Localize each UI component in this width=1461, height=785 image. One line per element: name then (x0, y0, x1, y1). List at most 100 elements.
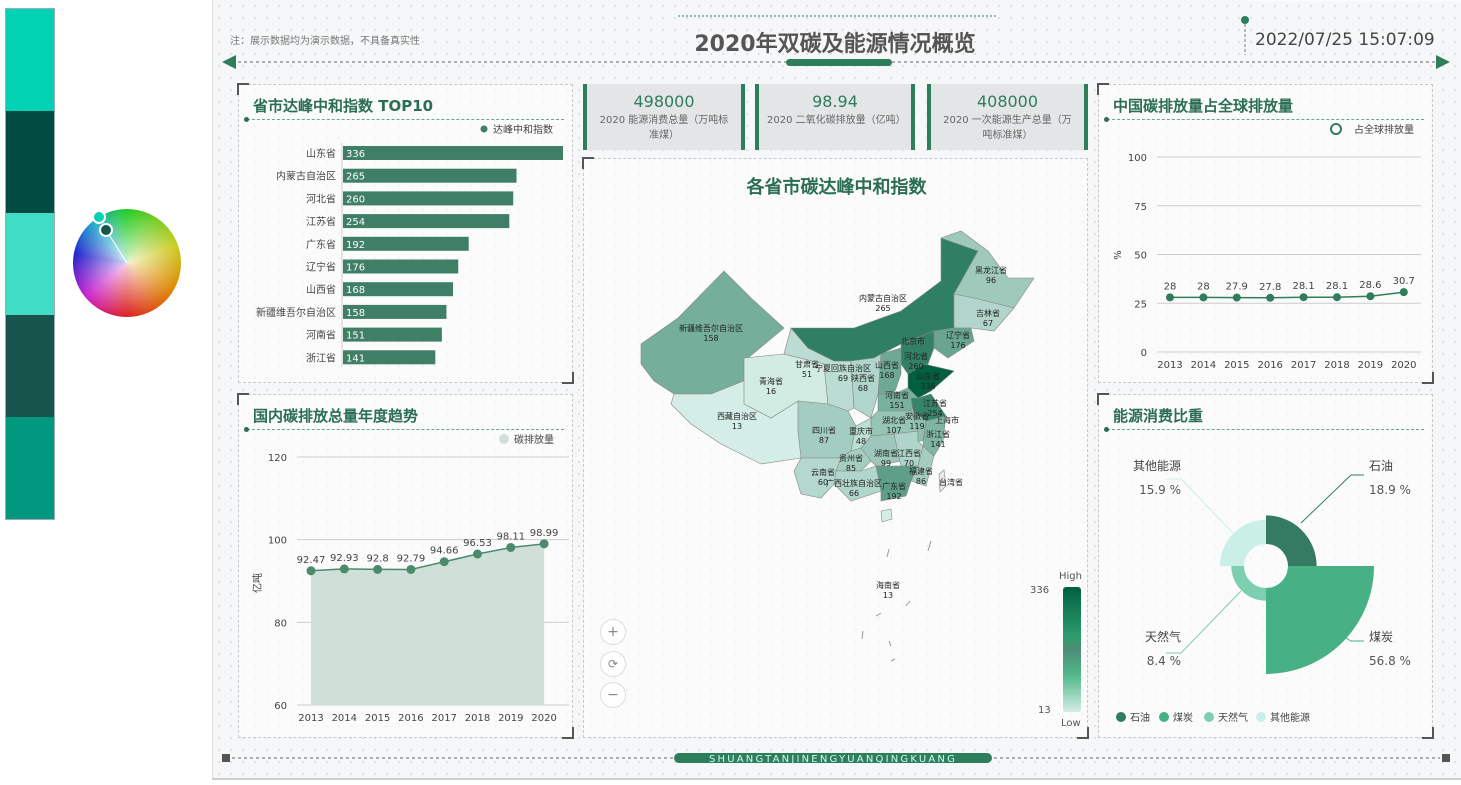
swatch-2[interactable] (6, 111, 54, 213)
province-name-label: 青海省 (759, 376, 783, 386)
wheel-handle-primary[interactable] (92, 210, 106, 224)
legend-marker (499, 434, 509, 444)
legend-high-label: High (1059, 571, 1082, 582)
province-name-label: 台湾省 (939, 477, 963, 487)
data-label: 98.11 (496, 531, 525, 542)
x-tick-label: 2016 (398, 713, 423, 724)
province-value-label: 141 (930, 440, 945, 449)
legend-label: 天然气 (1218, 711, 1248, 724)
legend-min-value: 13 (1038, 705, 1051, 716)
rose-slice (1266, 566, 1374, 674)
bar-value-label: 254 (346, 217, 365, 228)
y-tick-label: 100 (268, 536, 287, 547)
bar-category-label: 内蒙古自治区 (276, 170, 336, 183)
province-value-label: 99 (881, 459, 891, 468)
china-map[interactable]: 新疆维吾尔自治区158西藏自治区13青海省16甘肃省51内蒙古自治区265黑龙江… (584, 159, 1089, 739)
top10-bar-chart: 达峰中和指数山东省 336 内蒙古自治区 265 河北省 260 江苏省 254 广东省 192 辽… (256, 123, 563, 367)
footer-decoration: SHUANGTANJINENGYUANQINGKUANG (222, 753, 1450, 765)
province-region[interactable] (880, 508, 893, 523)
map-zoom-out-button[interactable]: − (600, 682, 626, 708)
color-palette-strip[interactable] (5, 8, 55, 520)
x-tick-label: 2015 (365, 713, 390, 724)
leader-line (1300, 474, 1364, 524)
province-name-label: 湖南省 (874, 448, 898, 458)
province-name-label: 安徽省 (905, 411, 929, 421)
y-tick-label: 120 (268, 453, 287, 464)
province-value-label: 86 (916, 477, 926, 486)
color-wheel[interactable] (73, 209, 181, 317)
x-tick-label: 2019 (1358, 360, 1383, 371)
kpi-value: 498000 (633, 92, 695, 111)
data-point (1199, 293, 1208, 302)
bar-category-label: 广东省 (306, 238, 336, 251)
legend-marker (480, 125, 488, 133)
data-point (339, 564, 349, 574)
legend-marker (1204, 712, 1214, 722)
province-name-label: 河南省 (885, 390, 909, 400)
legend-label: 达峰中和指数 (493, 123, 553, 136)
province-name-label: 湖北省 (882, 415, 906, 425)
bar-category-label: 山西省 (306, 283, 336, 296)
map-reset-button[interactable]: ⟳ (600, 651, 626, 677)
x-tick-label: 2013 (298, 713, 323, 724)
bar-category-label: 江苏省 (306, 215, 336, 228)
bar-value-label: 192 (346, 240, 365, 251)
energy-mix-panel: 能源消费比重 石油 18.9 % 煤炭 56.8 % 天然气 8.4 % 其他能源 15.9 … (1097, 393, 1434, 739)
bar-value-label: 151 (346, 331, 365, 342)
data-label: 96.53 (463, 538, 492, 549)
swatch-5[interactable] (6, 417, 54, 519)
province-value-label: 192 (886, 492, 901, 501)
wheel-handle-secondary[interactable] (99, 223, 113, 237)
slice-percent-label: 18.9 % (1369, 483, 1411, 497)
province-name-label: 山东省 (916, 371, 940, 381)
data-label: 28.1 (1292, 281, 1314, 292)
kpi-co2-emission: 98.94 2020 二氧化碳排放量（亿吨） (755, 84, 915, 150)
bar-category-label: 山东省 (306, 147, 336, 160)
province-value-label: 69 (838, 374, 848, 383)
province-name-label: 西藏自治区 (717, 411, 757, 421)
map-zoom-in-button[interactable]: + (600, 619, 626, 645)
legend-marker (1256, 712, 1266, 722)
bar-value-label: 260 (346, 194, 365, 205)
y-axis-label: 亿吨 (251, 573, 264, 593)
x-tick-label: 2018 (1324, 360, 1349, 371)
bar (343, 214, 510, 229)
data-label: 30.7 (1393, 276, 1415, 287)
x-tick-label: 2019 (498, 713, 523, 724)
color-wheel-handles[interactable] (73, 209, 181, 317)
y-tick-label: 100 (1128, 153, 1147, 164)
province-name-label: 云南省 (811, 467, 835, 477)
data-point (406, 564, 416, 574)
slice-name-label: 煤炭 (1369, 630, 1393, 644)
swatch-1[interactable] (6, 9, 54, 111)
province-name-label: 宁夏回族自治区 (815, 363, 871, 373)
bar-value-label: 141 (346, 353, 365, 364)
province-name-label: 新疆维吾尔自治区 (679, 323, 743, 333)
trend-area-chart: 碳排放量 60 80 100 120 亿吨 92.47 2013 92.93 2014 92.8 20… (251, 433, 569, 724)
province-value-label: 260 (908, 362, 923, 371)
data-label: 92.8 (366, 553, 388, 564)
swatch-4[interactable] (6, 315, 54, 417)
kpi-label: 2020 二氧化碳排放量（亿吨） (767, 115, 906, 126)
x-tick-label: 2014 (1191, 360, 1216, 371)
slice-percent-label: 15.9 % (1139, 483, 1181, 497)
province-value-label: 119 (909, 422, 924, 431)
province-name-label: 黑龙江省 (975, 265, 1007, 275)
bar-value-label: 168 (346, 285, 365, 296)
y-axis-label: % (1113, 250, 1124, 260)
y-tick-label: 60 (274, 701, 287, 712)
province-name-label: 江苏省 (923, 398, 947, 408)
swatch-3[interactable] (6, 213, 54, 315)
province-value-label: 68 (858, 384, 868, 393)
data-point (1299, 293, 1308, 302)
header-decoration (222, 0, 1461, 69)
visual-map-slider[interactable] (1063, 587, 1081, 712)
province-name-label: 辽宁省 (946, 330, 970, 340)
province-name-label: 海南省 (876, 580, 900, 590)
y-tick-label: 50 (1134, 251, 1147, 262)
x-tick-label: 2018 (465, 713, 490, 724)
kpi-energy-production: 408000 2020 一次能源生产总量（万吨标准煤） (927, 84, 1088, 150)
south-china-sea-islands (861, 540, 932, 662)
province-value-label: 107 (886, 426, 901, 435)
province-name-label: 陕西省 (851, 373, 875, 383)
